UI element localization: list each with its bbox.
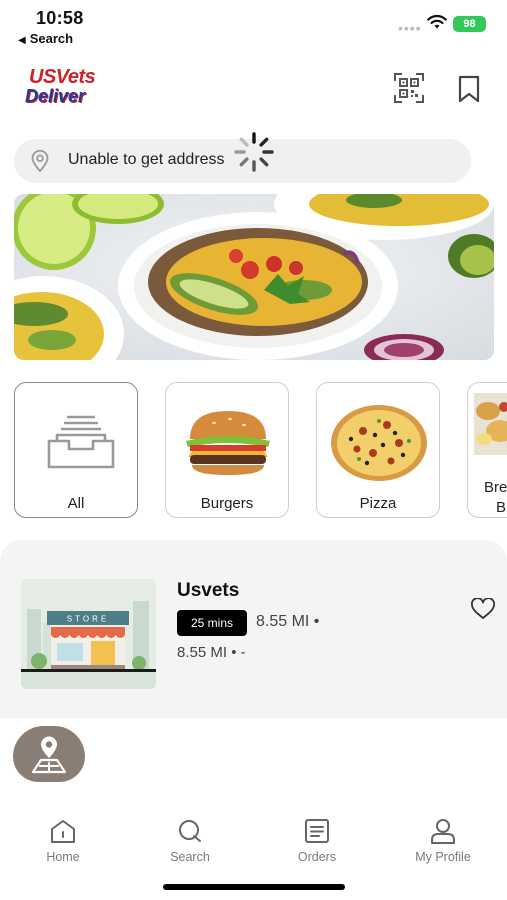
nav-profile[interactable]: My Profile xyxy=(393,818,493,864)
profile-icon xyxy=(431,819,455,844)
home-icon xyxy=(51,820,75,843)
nav-orders-label: Orders xyxy=(297,850,337,864)
category-breakfast[interactable]: Bre B xyxy=(467,382,507,518)
category-pizza[interactable]: Pizza xyxy=(316,382,440,518)
category-label-all: All xyxy=(67,495,85,512)
search-icon xyxy=(179,820,201,842)
store-name[interactable]: Usvets xyxy=(177,580,239,602)
logo-text-line2: Deliver xyxy=(25,86,86,106)
category-label-breakfast-line2: B xyxy=(496,499,507,516)
category-all[interactable]: All xyxy=(14,382,138,518)
heart-icon[interactable] xyxy=(470,598,496,620)
wifi-icon xyxy=(427,14,447,29)
home-indicator[interactable] xyxy=(163,884,345,890)
breakfast-image xyxy=(474,393,507,455)
orders-icon xyxy=(305,819,329,843)
tray-icon xyxy=(47,415,115,469)
qr-scan-icon[interactable] xyxy=(393,72,425,104)
loading-spinner-icon xyxy=(234,132,274,172)
address-text: Unable to get address xyxy=(68,151,225,168)
back-arrow-icon: ◀ xyxy=(18,35,26,46)
store-illustration: STORE xyxy=(21,579,156,689)
store-distance-secondary: 8.55 MI • - xyxy=(177,644,246,661)
signal-dots-icon: •••• xyxy=(398,20,422,36)
pizza-image xyxy=(331,405,427,481)
nav-search-label: Search xyxy=(170,850,210,864)
back-to-search-link[interactable]: ◀ Search xyxy=(18,31,73,46)
category-label-pizza: Pizza xyxy=(359,495,397,512)
store-image[interactable]: STORE xyxy=(21,579,156,689)
svg-text:STORE: STORE xyxy=(67,615,109,624)
bookmark-icon[interactable] xyxy=(458,75,480,103)
category-label-burgers: Burgers xyxy=(200,495,254,512)
category-burgers[interactable]: Burgers xyxy=(165,382,289,518)
location-pin-icon xyxy=(31,150,49,172)
salad-photo xyxy=(14,194,494,360)
food-banner-image[interactable] xyxy=(14,194,494,360)
burger-image xyxy=(186,411,270,475)
battery-indicator: 98 xyxy=(453,16,486,32)
category-label-breakfast: Bre xyxy=(484,479,507,496)
store-distance: 8.55 MI • xyxy=(256,613,320,630)
map-pin-icon xyxy=(31,736,67,774)
status-bar: 10:58 ◀ Search •••• 98 xyxy=(0,0,507,52)
status-time: 10:58 xyxy=(36,8,84,28)
map-view-button[interactable] xyxy=(13,726,85,782)
nav-profile-label: My Profile xyxy=(415,850,471,864)
nav-home-label: Home xyxy=(46,850,80,864)
delivery-time-badge: 25 mins xyxy=(177,610,247,636)
usvets-logo: USVets Deliver xyxy=(25,66,115,110)
nav-home[interactable]: Home xyxy=(13,818,113,864)
nav-search[interactable]: Search xyxy=(140,818,240,864)
back-label: Search xyxy=(29,31,74,46)
nav-orders[interactable]: Orders xyxy=(267,818,367,864)
